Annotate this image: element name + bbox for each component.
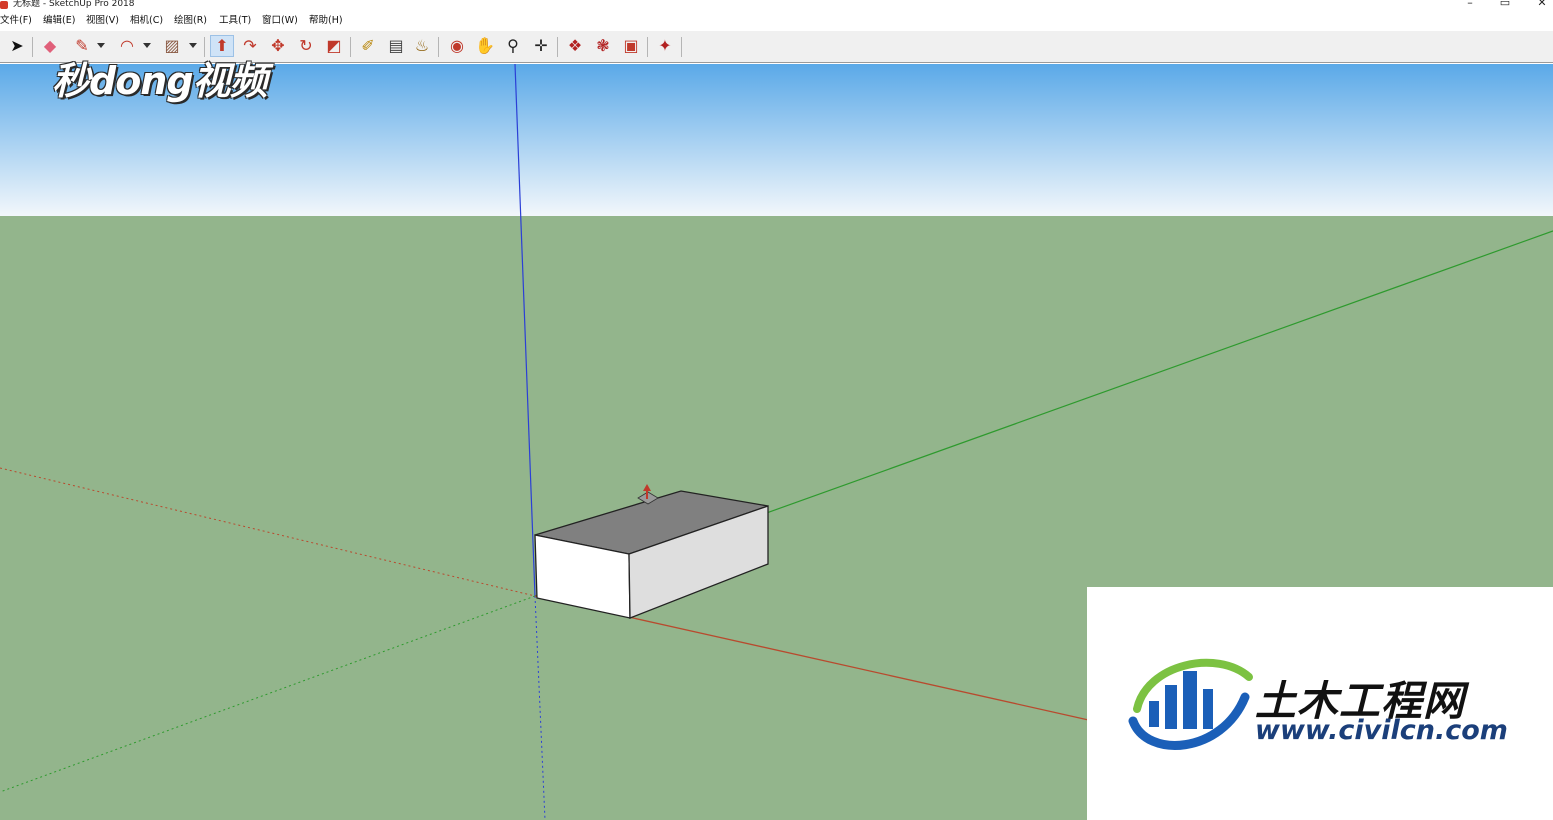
watermark: 土木工程网 www.civilcn.com	[1087, 587, 1553, 820]
toolbar-separator	[350, 37, 351, 57]
menu-camera[interactable]: 相机(C)	[130, 13, 163, 29]
orbit-icon: ◉	[450, 36, 464, 55]
orbit-tool-button[interactable]: ◉	[445, 35, 469, 57]
minimize-button[interactable]: –	[1455, 0, 1485, 11]
line-tool-dropdown-arrow[interactable]	[97, 43, 105, 48]
toolbar-separator	[647, 37, 648, 57]
scale-icon: ◩	[326, 36, 342, 55]
toolbar-separator	[681, 37, 682, 57]
window-title: 无标题 - SketchUp Pro 2018	[13, 0, 135, 9]
scale-tool-button[interactable]: ◩	[322, 35, 346, 57]
arc-tool-dropdown-arrow[interactable]	[143, 43, 151, 48]
tape-measure-tool-button[interactable]: ✐	[356, 35, 380, 57]
menu-help[interactable]: 帮助(H)	[309, 13, 343, 29]
3d-warehouse-icon: ❖	[567, 36, 583, 55]
menu-tools[interactable]: 工具(T)	[219, 13, 251, 29]
rotate-icon: ↻	[299, 36, 313, 55]
extension-manager-tool-button[interactable]: ✦	[653, 35, 677, 57]
watermark-url: www.civilcn.com	[1255, 715, 1508, 746]
zoom-extents-tool-button[interactable]: ✛	[529, 35, 553, 57]
toolbar-separator	[557, 37, 558, 57]
zoom-tool-button[interactable]: ⚲	[501, 35, 525, 57]
extension-warehouse-icon: ❃	[596, 36, 610, 55]
menu-bar: 文件(F) 编辑(E) 视图(V) 相机(C) 绘图(R) 工具(T) 窗口(W…	[0, 13, 1553, 29]
menu-window[interactable]: 窗口(W)	[262, 13, 298, 29]
arrow-cursor-icon: ➤	[10, 36, 24, 55]
tape-measure-icon: ✐	[361, 36, 375, 55]
civilcn-logo-icon	[1128, 658, 1253, 750]
send-to-layout-icon: ▣	[623, 36, 639, 55]
hand-icon: ✋	[475, 36, 495, 55]
rotate-tool-button[interactable]: ↻	[294, 35, 318, 57]
menu-view[interactable]: 视图(V)	[86, 13, 119, 29]
brand-logo: 秒dong视频	[52, 59, 268, 103]
menu-edit[interactable]: 编辑(E)	[43, 13, 75, 29]
extension-manager-icon: ✦	[658, 36, 672, 55]
toolbar-separator	[32, 37, 33, 57]
extension-warehouse-tool-button[interactable]: ❃	[591, 35, 615, 57]
text-tool-button[interactable]: ▤	[384, 35, 408, 57]
paint-bucket-tool-button[interactable]: ♨	[410, 35, 434, 57]
move-tool-button[interactable]: ✥	[266, 35, 290, 57]
text-label-icon: ▤	[388, 36, 404, 55]
menu-draw[interactable]: 绘图(R)	[174, 13, 207, 29]
title-bar: 无标题 - SketchUp Pro 2018 – ▭ ✕	[0, 0, 1553, 12]
rectangle-tool-dropdown-arrow[interactable]	[189, 43, 197, 48]
close-button[interactable]: ✕	[1527, 0, 1553, 11]
restore-button[interactable]: ▭	[1490, 0, 1520, 11]
toolbar-separator	[438, 37, 439, 57]
move-icon: ✥	[271, 36, 285, 55]
menu-file[interactable]: 文件(F)	[0, 13, 32, 29]
pan-tool-button[interactable]: ✋	[473, 35, 497, 57]
send-to-layout-tool-button[interactable]: ▣	[619, 35, 643, 57]
paint-bucket-icon: ♨	[414, 36, 430, 55]
warehouse-tool-button[interactable]: ❖	[563, 35, 587, 57]
sketchup-app-icon	[0, 1, 8, 9]
magnifier-icon: ⚲	[507, 36, 519, 55]
select-tool-button[interactable]: ➤	[5, 35, 29, 57]
zoom-extents-icon: ✛	[534, 36, 548, 55]
